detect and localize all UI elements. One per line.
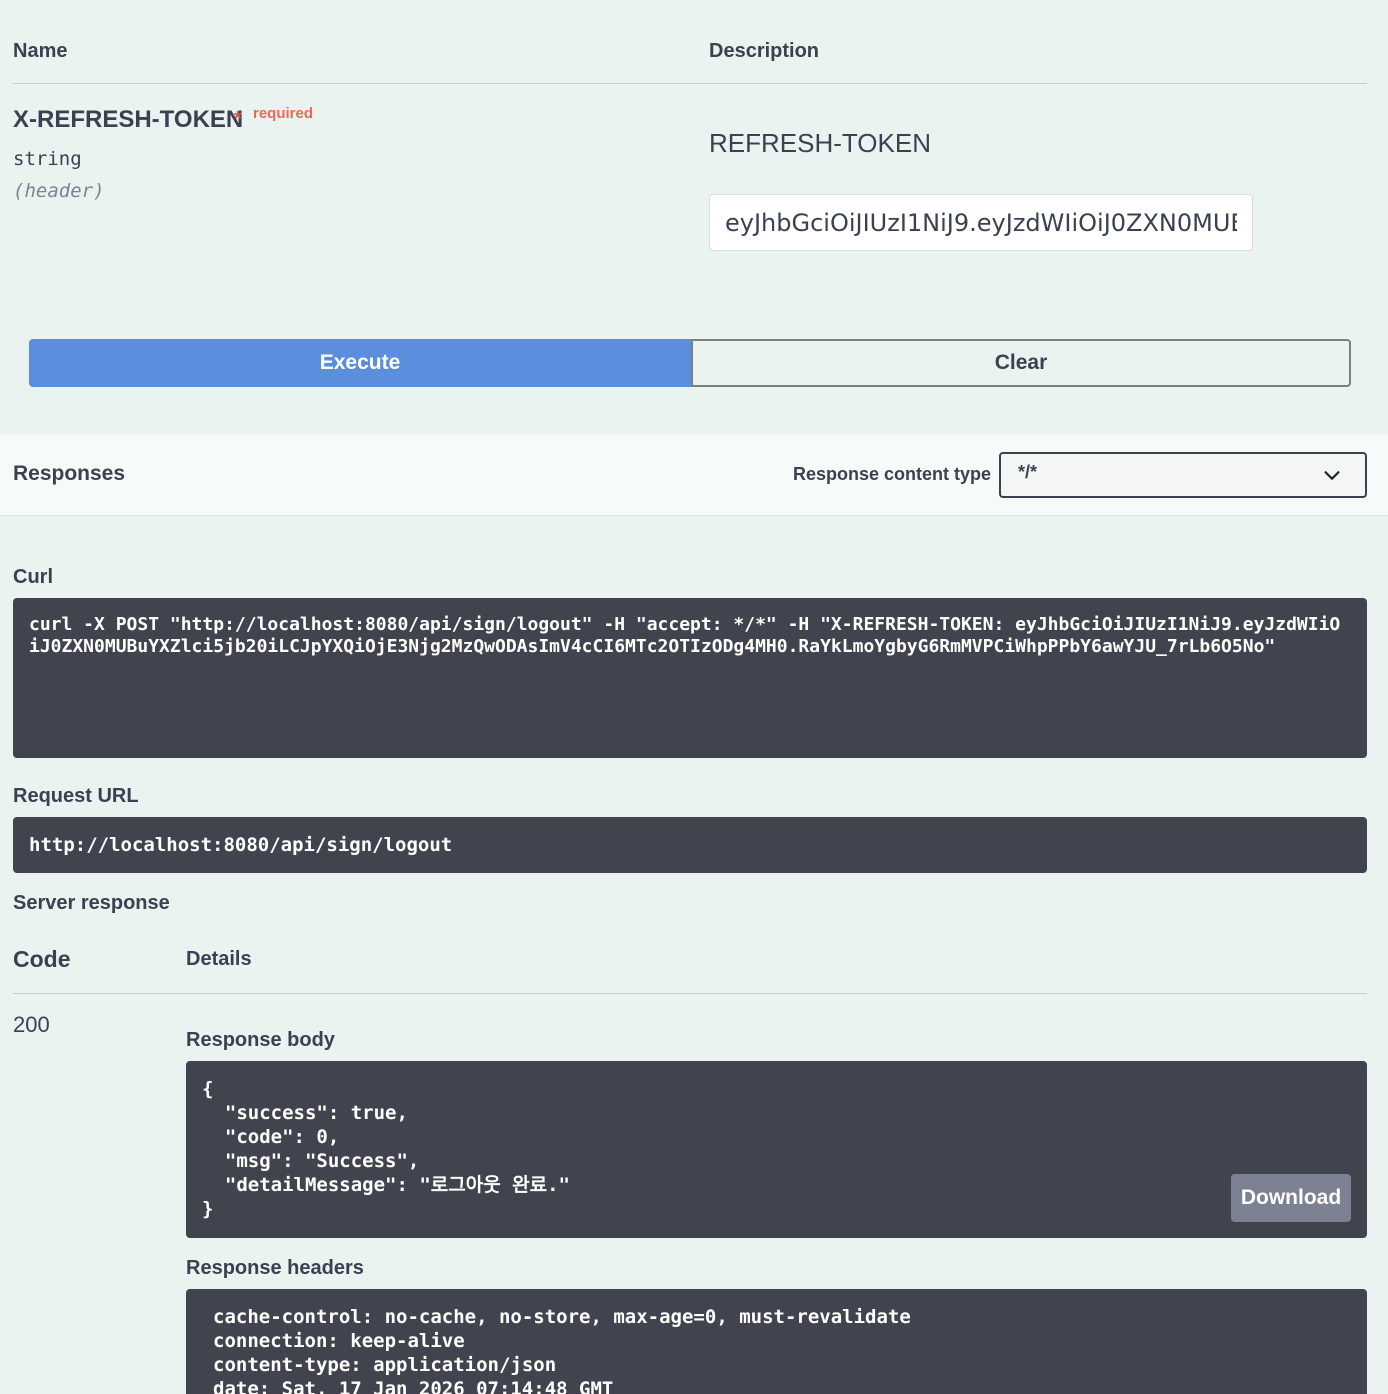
response-table-divider <box>13 993 1367 994</box>
response-headers-label: Response headers <box>186 1257 364 1279</box>
required-star: * <box>234 108 242 130</box>
response-status-code: 200 <box>13 1012 50 1037</box>
parameter-location: (header) <box>13 180 105 202</box>
required-label: required <box>253 105 314 122</box>
curl-code-block[interactable]: curl -X POST "http://localhost:8080/api/… <box>13 598 1367 758</box>
column-header-name: Name <box>13 40 68 62</box>
refresh-token-input[interactable] <box>709 194 1253 251</box>
server-response-label: Server response <box>13 892 170 914</box>
response-body-block[interactable]: { "success": true, "code": 0, "msg": "Su… <box>186 1061 1367 1238</box>
response-body-label: Response body <box>186 1029 335 1051</box>
column-header-code: Code <box>13 946 71 972</box>
responses-title: Responses <box>13 462 126 485</box>
request-url-label: Request URL <box>13 785 139 807</box>
column-header-details: Details <box>186 948 252 970</box>
clear-button[interactable]: Clear <box>691 339 1351 387</box>
response-content-type-label: Response content type <box>793 464 992 484</box>
parameter-name: X-REFRESH-TOKEN <box>13 106 244 133</box>
response-body-json: { "success": true, "code": 0, "msg": "Su… <box>202 1078 570 1220</box>
download-button[interactable]: Download <box>1231 1174 1351 1222</box>
parameter-type: string <box>13 148 82 170</box>
table-divider <box>13 83 1367 84</box>
execute-button[interactable]: Execute <box>29 339 691 387</box>
request-url-value: http://localhost:8080/api/sign/logout <box>29 834 453 856</box>
column-header-description: Description <box>709 40 820 62</box>
request-url-block[interactable]: http://localhost:8080/api/sign/logout <box>13 817 1367 873</box>
response-headers-text: cache-control: no-cache, no-store, max-a… <box>213 1306 911 1394</box>
curl-command: curl -X POST "http://localhost:8080/api/… <box>29 614 1341 657</box>
chevron-down-icon <box>1324 471 1340 480</box>
response-headers-block[interactable]: cache-control: no-cache, no-store, max-a… <box>186 1289 1367 1394</box>
curl-label: Curl <box>13 566 53 588</box>
parameter-description: REFRESH-TOKEN <box>709 128 931 158</box>
content-type-selected-value: */* <box>1018 462 1038 482</box>
response-content-type-select[interactable]: */* <box>999 452 1367 498</box>
